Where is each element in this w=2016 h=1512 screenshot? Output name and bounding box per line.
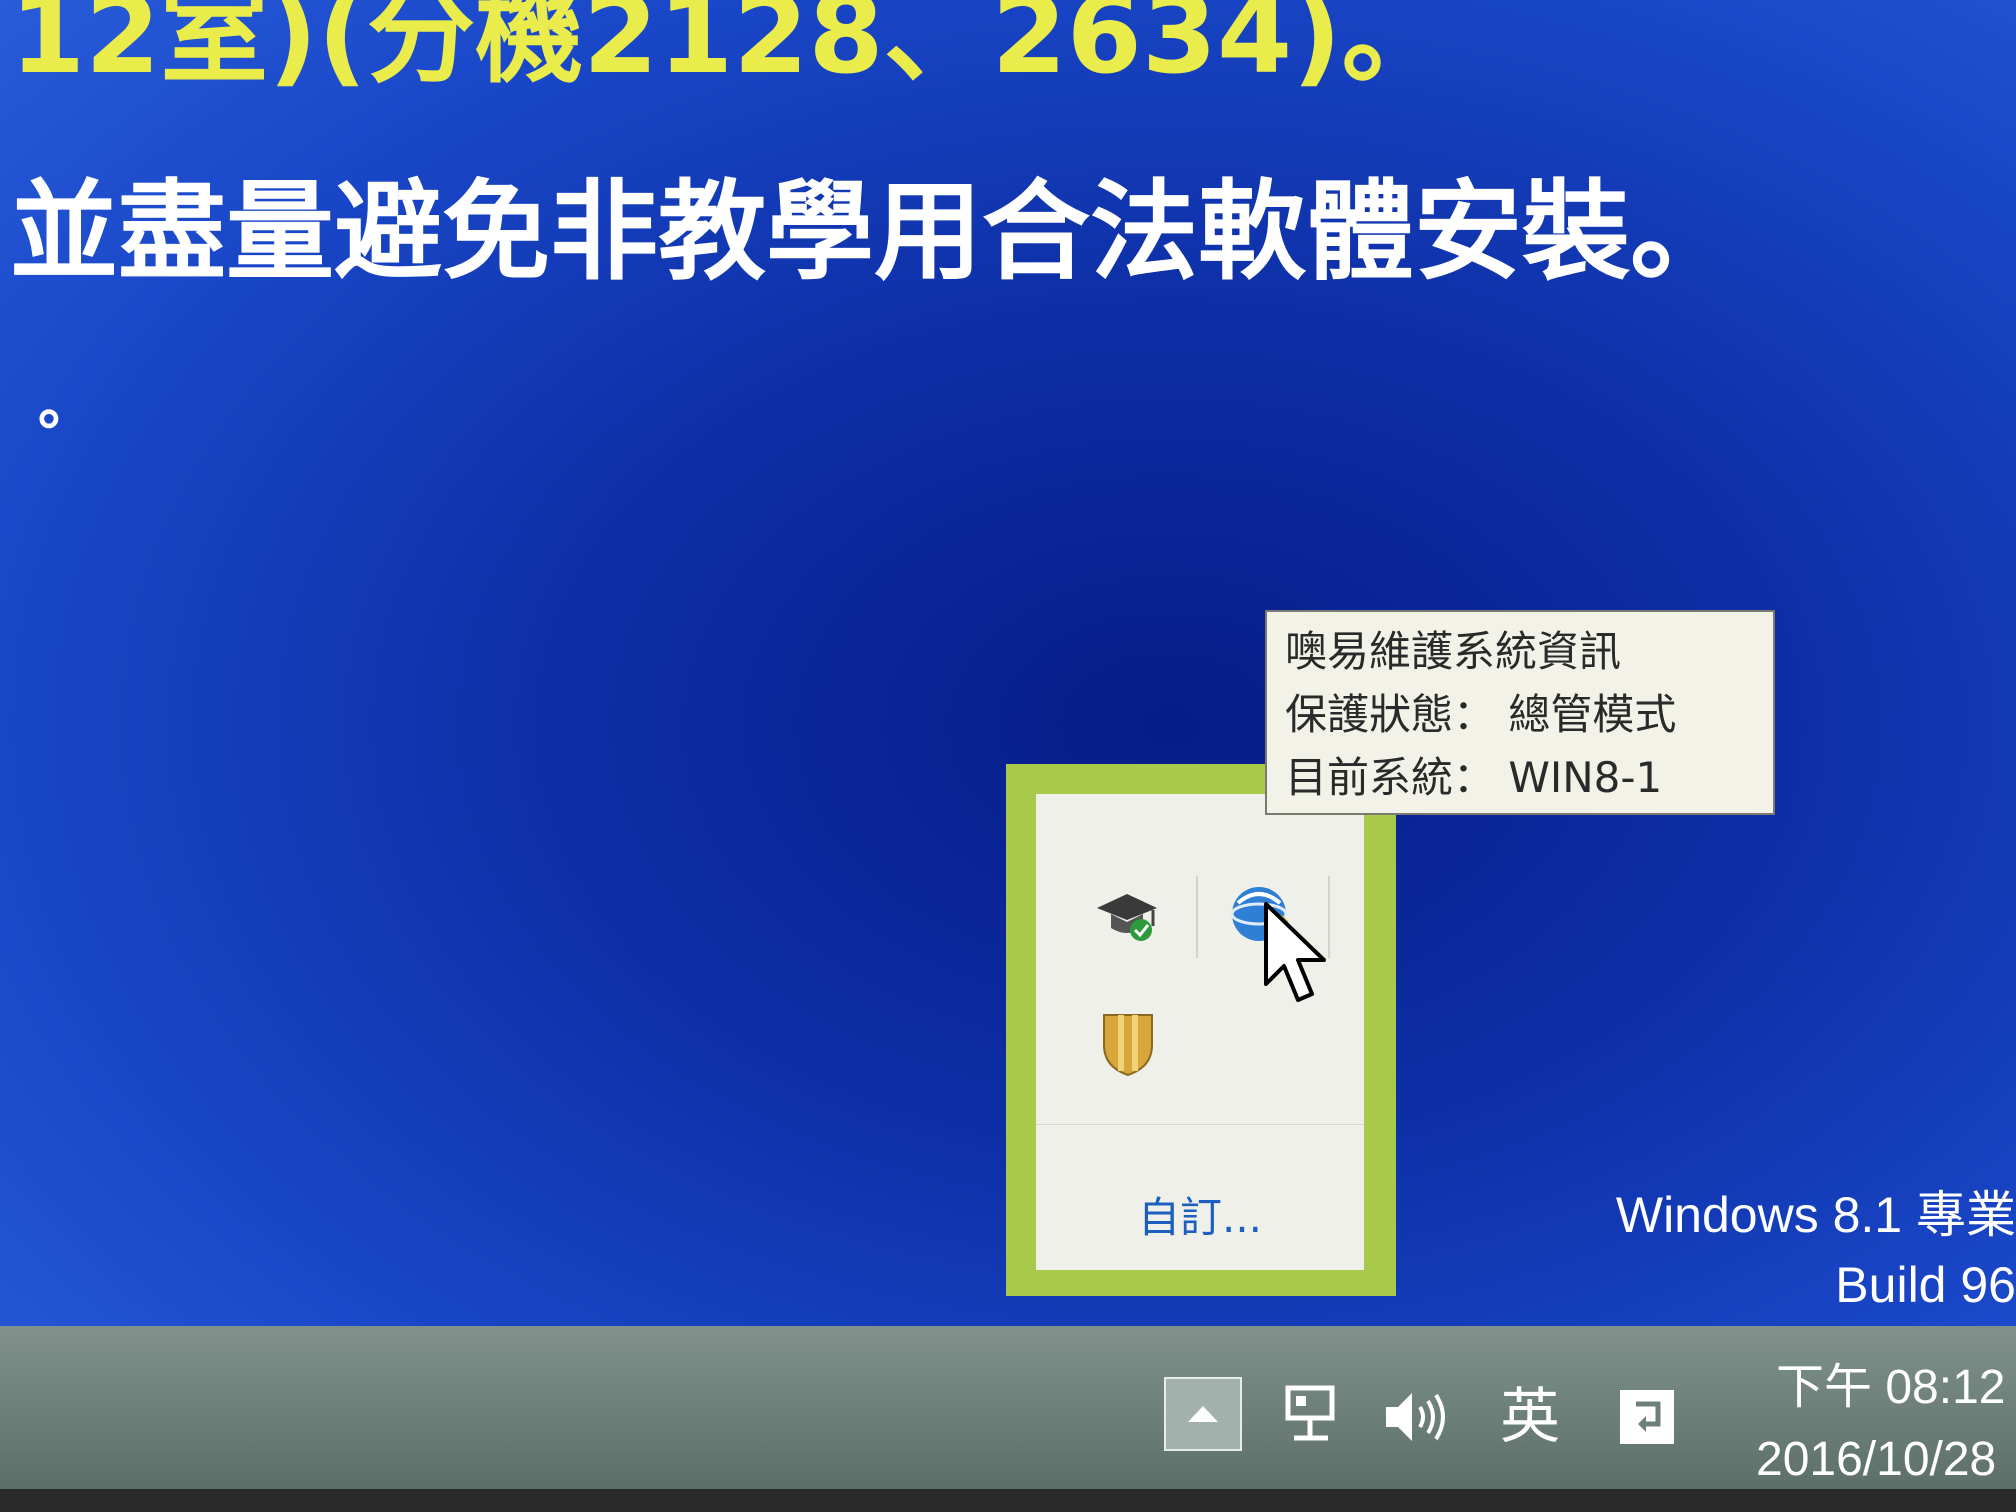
windows-watermark: Windows 8.1 專業 Build 96 (1616, 1180, 2016, 1320)
windows-build-text: Build 96 (1835, 1257, 2016, 1313)
show-hidden-icons-button[interactable] (1164, 1377, 1242, 1451)
taskbar-clock[interactable]: 下午 08:12 2016/10/28 (1756, 1352, 2005, 1496)
yellow-shield-icon[interactable] (1088, 1004, 1168, 1084)
action-center-icon[interactable] (1612, 1382, 1682, 1452)
windows-edition-text: Windows 8.1 專業 (1615, 1187, 2016, 1243)
desktop: 12室)(分機2128、2634)。 並盡量避免非教學用合法軟體安裝。 。 Wi… (0, 0, 2016, 1512)
tray-divider (1036, 1124, 1364, 1125)
tray-overflow-popup: 自訂... (1006, 764, 1396, 1296)
customize-link[interactable]: 自訂... (1036, 1184, 1364, 1245)
tray-separator (1196, 876, 1198, 958)
wallpaper-text-line2: 並盡量避免非教學用合法軟體安裝。 (10, 170, 1739, 295)
taskbar-bottom-edge (0, 1489, 2016, 1512)
tray-icon-tooltip: 噢易維護系統資訊 保護狀態： 總管模式 目前系統： WIN8-1 (1265, 610, 1775, 815)
taskbar (0, 1326, 2016, 1489)
tooltip-title: 噢易維護系統資訊 (1285, 627, 1622, 676)
tooltip-current-system: 目前系統： WIN8-1 (1285, 753, 1663, 802)
mouse-cursor-icon (1264, 902, 1326, 1002)
tray-overflow-panel: 自訂... (1036, 794, 1364, 1270)
chevron-up-icon (1188, 1406, 1218, 1422)
wallpaper-text-line3: 。 (38, 373, 94, 438)
clock-time: 下午 08:12 (1776, 1361, 2006, 1414)
wallpaper-text-line1: 12室)(分機2128、2634)。 (10, 0, 1450, 98)
tooltip-protection-status: 保護狀態： 總管模式 (1285, 690, 1677, 739)
clock-date: 2016/10/28 (1756, 1433, 1997, 1486)
ime-indicator[interactable]: 英 (1490, 1382, 1570, 1452)
mortarboard-check-icon[interactable] (1088, 876, 1168, 956)
network-icon[interactable] (1278, 1382, 1348, 1452)
speaker-icon[interactable] (1380, 1382, 1450, 1452)
